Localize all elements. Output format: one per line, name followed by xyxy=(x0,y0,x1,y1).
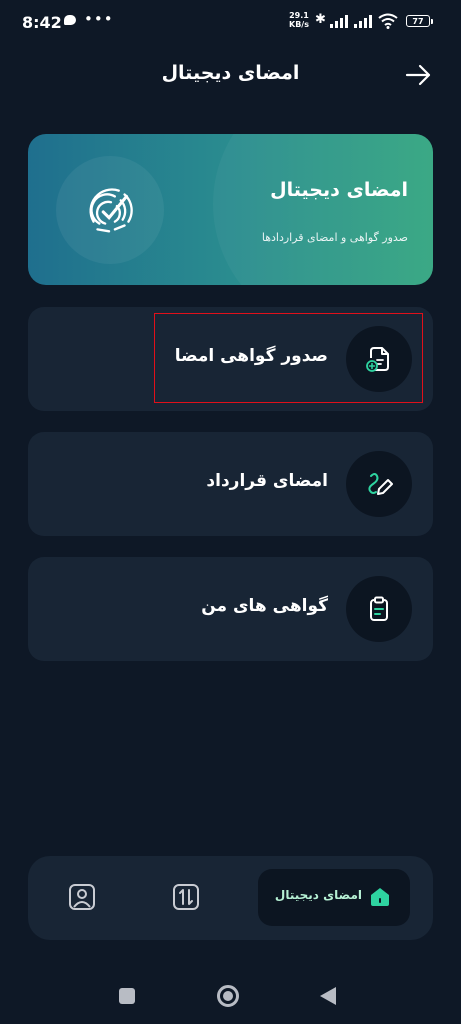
status-bar: 8:42 ••• 29.1 KB/s ✱ 77 xyxy=(0,0,461,44)
digital-signature-banner: امضای دیجیتال صدور گواهی و امضای قرارداد… xyxy=(28,134,433,285)
sign-contract-card[interactable]: امضای قرارداد xyxy=(28,432,433,536)
system-back-button[interactable] xyxy=(320,987,336,1005)
banner-decoration xyxy=(213,134,433,285)
wifi-icon xyxy=(378,13,398,29)
nav-digital-signature-tab[interactable]: امضای دیجیتال xyxy=(258,869,410,926)
status-time: 8:42 xyxy=(22,13,62,32)
home-button[interactable] xyxy=(217,985,239,1007)
bluetooth-icon: ✱ xyxy=(315,12,326,27)
back-arrow-icon[interactable] xyxy=(403,60,433,90)
icon-circle xyxy=(346,576,412,642)
recent-apps-button[interactable] xyxy=(119,988,135,1004)
banner-title: امضای دیجیتال xyxy=(270,179,408,201)
selection-highlight-box xyxy=(154,313,423,403)
network-rate-value: 29.1 xyxy=(289,11,309,20)
my-certificates-card[interactable]: گواهی های من xyxy=(28,557,433,661)
my-certificates-label: گواهی های من xyxy=(201,596,328,616)
nav-active-label: امضای دیجیتال xyxy=(274,888,362,902)
more-notifications-icon: ••• xyxy=(84,10,114,28)
clipboard-icon xyxy=(370,596,388,621)
sign-contract-label: امضای قرارداد xyxy=(206,471,328,491)
network-rate-unit: KB/s xyxy=(289,20,309,29)
signature-pen-icon xyxy=(368,473,393,495)
page-title: امضای دیجیتال xyxy=(161,62,300,84)
signal-icon xyxy=(330,14,354,28)
bottom-navigation: امضای دیجیتال xyxy=(28,856,433,940)
signal-icon-2 xyxy=(354,14,378,28)
battery-indicator: 77 xyxy=(406,15,433,27)
transactions-icon[interactable] xyxy=(172,883,200,911)
icon-circle xyxy=(346,451,412,517)
fingerprint-check-icon xyxy=(89,188,133,233)
network-rate: 29.1 KB/s xyxy=(289,11,309,29)
message-notification-icon xyxy=(64,15,76,25)
banner-subtitle: صدور گواهی و امضای قراردادها xyxy=(261,231,408,244)
profile-icon[interactable] xyxy=(68,883,96,911)
home-icon xyxy=(371,888,389,906)
